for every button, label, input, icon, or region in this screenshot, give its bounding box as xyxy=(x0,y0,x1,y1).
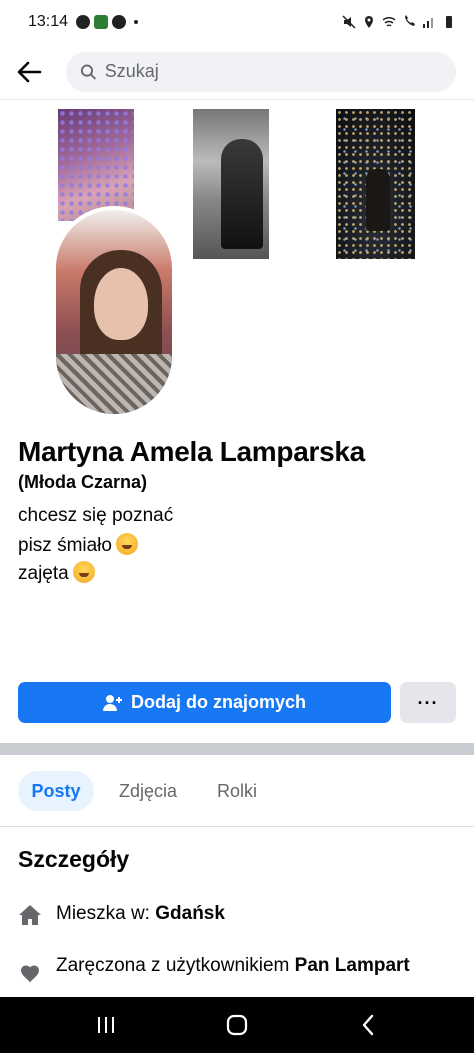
photo-figure xyxy=(221,139,263,249)
profile-alias: (Młoda Czarna) xyxy=(18,472,148,492)
messenger-icon xyxy=(76,15,91,29)
wifi-icon xyxy=(382,16,396,27)
smiling-hearts-emoji-icon xyxy=(72,561,95,583)
more-options-button[interactable]: ··· xyxy=(400,682,456,723)
heart-icon xyxy=(21,965,39,983)
battery-icon xyxy=(446,16,452,28)
profile-picture-face xyxy=(94,268,148,340)
bio-line: pisz śmiało xyxy=(18,533,138,557)
add-friend-button[interactable]: Dodaj do znajomych xyxy=(18,682,391,723)
signal-icon xyxy=(423,18,433,28)
status-bar: 13:14 xyxy=(0,0,474,44)
home-icon xyxy=(19,905,41,925)
location-icon xyxy=(365,16,373,28)
recent-apps-icon xyxy=(97,1017,114,1033)
status-time: 13:14 xyxy=(28,13,69,30)
detail-relationship: Zaręczona z użytkownikiem Pan Lampart xyxy=(18,953,458,986)
detail-lives-in-text: Mieszka w: Gdańsk xyxy=(56,903,225,925)
profile-picture[interactable] xyxy=(52,206,176,418)
notification-icons xyxy=(76,15,139,29)
lives-city[interactable]: Gdańsk xyxy=(155,903,225,924)
tab-posts[interactable]: Posty xyxy=(18,771,94,811)
bio-text: chcesz się poznać xyxy=(18,505,174,526)
arrow-left-icon xyxy=(17,61,42,82)
smiling-emoji-icon xyxy=(115,533,138,555)
bio-text: pisz śmiało xyxy=(18,535,112,556)
profile-name: Martyna Amela Lamparska xyxy=(18,436,365,467)
bio-line: chcesz się poznać xyxy=(18,505,173,527)
photo-figure xyxy=(366,169,390,231)
featured-photo-3[interactable] xyxy=(336,109,415,259)
system-icons xyxy=(342,15,456,29)
wifi-calling-icon xyxy=(405,15,415,26)
relationship-prefix: Zaręczona z użytkownikiem xyxy=(56,955,295,976)
home-button[interactable] xyxy=(217,1005,257,1045)
photo-pattern xyxy=(58,109,134,221)
search-icon xyxy=(80,64,96,79)
tab-photos[interactable]: Zdjęcia xyxy=(106,771,190,811)
chevron-left-icon xyxy=(363,1014,374,1036)
back-button[interactable] xyxy=(12,55,46,89)
more-options-icon: ··· xyxy=(417,692,439,713)
tab-reels[interactable]: Rolki xyxy=(204,771,270,811)
search-input[interactable] xyxy=(104,61,442,82)
add-friend-label: Dodaj do znajomych xyxy=(130,692,307,712)
profile-picture-clothing xyxy=(56,354,172,414)
search-bar[interactable] xyxy=(66,51,456,92)
detail-relationship-text: Zaręczona z użytkownikiem Pan Lampart xyxy=(56,953,410,978)
more-notifications-dot xyxy=(134,20,139,24)
detail-lives-in: Mieszka w: Gdańsk xyxy=(18,903,225,927)
app-notification-icon xyxy=(94,15,109,29)
messenger-icon xyxy=(112,15,127,29)
relationship-partner[interactable]: Pan Lampart xyxy=(295,955,410,976)
bio-text: zajęta xyxy=(18,563,69,584)
featured-photo-1[interactable] xyxy=(58,109,134,221)
back-nav-button[interactable] xyxy=(348,1005,388,1045)
details-title: Szczegóły xyxy=(18,846,130,872)
tabs-divider xyxy=(0,826,474,827)
featured-photo-2[interactable] xyxy=(193,109,269,259)
top-bar xyxy=(0,44,474,100)
lives-prefix: Mieszka w: xyxy=(56,903,156,924)
recent-apps-button[interactable] xyxy=(86,1005,126,1045)
system-navigation-bar xyxy=(0,997,474,1053)
home-circle-icon xyxy=(226,1014,248,1036)
section-divider xyxy=(0,743,474,755)
mute-icon xyxy=(342,15,356,29)
person-plus-icon xyxy=(102,694,122,711)
bio-line: zajęta xyxy=(18,561,95,585)
